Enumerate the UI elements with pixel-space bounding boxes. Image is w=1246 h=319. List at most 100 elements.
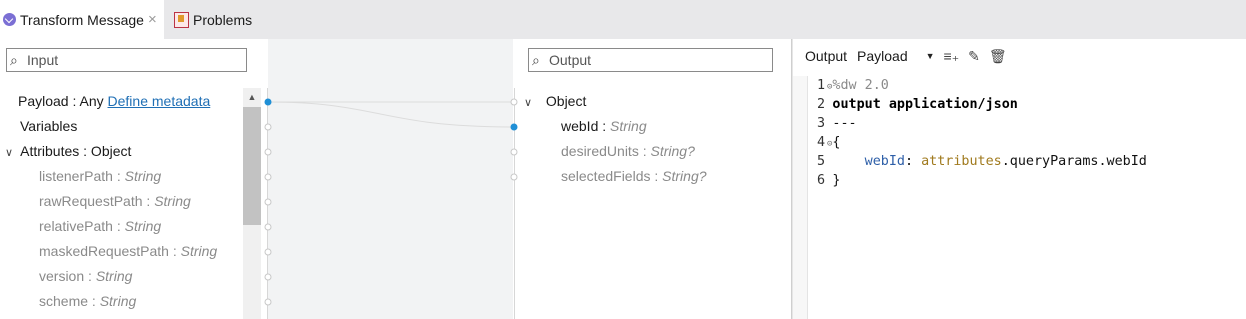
close-icon[interactable]: ×: [148, 11, 157, 28]
field-type: String: [99, 293, 137, 309]
output-target-select[interactable]: Payload: [857, 48, 908, 64]
field-separator: :: [650, 168, 663, 184]
mapping-lines: [264, 98, 518, 306]
field-name: version: [39, 268, 85, 284]
field-type: String?: [662, 168, 707, 184]
input-payload-row[interactable]: Payload : Any Define metadata: [18, 91, 210, 111]
object-label: Object: [545, 93, 587, 109]
code-line[interactable]: 6⊝}: [817, 171, 840, 190]
field-separator: :: [84, 268, 96, 284]
output-search-box[interactable]: ⌕: [528, 48, 773, 72]
dataweave-icon: [3, 13, 16, 26]
field-type: String: [124, 218, 162, 234]
variables-label: Variables: [20, 118, 78, 134]
output-field-row[interactable]: webId : String: [561, 116, 647, 136]
variables-connector-dot: [264, 123, 272, 131]
field-name: listenerPath: [39, 168, 113, 184]
code-text: %dw 2.0: [832, 78, 889, 93]
code-toolbar: Output Payload ▼ ≡₊ ✎ 🗑: [793, 39, 1246, 73]
input-field-row[interactable]: rawRequestPath : String: [39, 191, 191, 211]
attributes-label: Attributes : Object: [20, 143, 132, 159]
tab-problems[interactable]: Problems: [164, 0, 256, 39]
field-name: maskedRequestPath: [39, 243, 169, 259]
field-type: String: [180, 243, 218, 259]
scheme-connector-dot: [264, 298, 272, 306]
field-name: webId: [561, 118, 599, 134]
tab-transform-message-label: Transform Message: [20, 11, 144, 28]
editor-margin-border: [807, 76, 808, 319]
field-separator: :: [168, 243, 181, 259]
input-variables-row[interactable]: Variables: [20, 116, 77, 136]
search-icon: ⌕: [532, 52, 540, 68]
code-text: {: [832, 135, 841, 150]
code-text: }: [832, 173, 841, 188]
rawrequestpath-connector-dot: [264, 198, 272, 206]
input-field-row[interactable]: relativePath : String: [39, 216, 161, 236]
field-separator: :: [112, 218, 125, 234]
dropdown-caret-icon[interactable]: ▼: [926, 51, 935, 61]
key-separator: :: [904, 154, 922, 169]
field-name: desiredUnits: [561, 143, 639, 159]
problems-icon: [174, 11, 189, 28]
field-type: String: [95, 268, 133, 284]
field-separator: :: [112, 168, 125, 184]
attributes-connector-dot: [264, 148, 272, 156]
field-name: scheme: [39, 293, 89, 309]
line-number: 2: [817, 97, 826, 112]
input-search-field[interactable]: [27, 52, 227, 68]
chevron-down-icon[interactable]: ∨: [524, 93, 542, 113]
code-line[interactable]: 4 ⊝{: [817, 133, 840, 152]
payload-label: Payload : Any: [18, 93, 104, 109]
chevron-down-icon[interactable]: ∨: [5, 143, 17, 163]
code-line[interactable]: 3⊝---: [817, 114, 857, 133]
selector-path: .queryParams.webId: [1001, 154, 1147, 169]
line-number: 5: [817, 154, 826, 169]
add-row-icon[interactable]: ≡₊: [944, 48, 960, 65]
input-attributes-row[interactable]: ∨ Attributes : Object: [5, 141, 131, 161]
define-metadata-link[interactable]: Define metadata: [108, 93, 211, 109]
output-object-row[interactable]: ∨ Object: [524, 91, 586, 111]
input-field-row[interactable]: listenerPath : String: [39, 166, 161, 186]
trash-icon[interactable]: 🗑: [989, 48, 1007, 65]
webid-mapped-dot: [510, 123, 518, 131]
code-line[interactable]: 1 ⊝%dw 2.0: [817, 76, 889, 95]
output-field-row[interactable]: desiredUnits : String?: [561, 141, 695, 161]
listenerpath-connector-dot: [264, 173, 272, 181]
input-field-row[interactable]: maskedRequestPath : String: [39, 241, 217, 261]
output-field-row[interactable]: selectedFields : String?: [561, 166, 707, 186]
desiredunits-connector-dot: [510, 148, 518, 156]
field-type: String: [124, 168, 162, 184]
selectedfields-connector-dot: [510, 173, 518, 181]
line-number: 4: [817, 135, 826, 150]
input-mapped-dot: [264, 98, 272, 106]
output-label: Output: [805, 48, 848, 64]
line-number: 1: [817, 78, 826, 93]
code-line[interactable]: 2⊝output application/json: [817, 95, 1018, 114]
attributes-to-webid-line: [267, 101, 515, 128]
line-number: 3: [817, 116, 826, 131]
scroll-up-icon[interactable]: ▲: [243, 88, 261, 106]
tab-transform-message[interactable]: Transform Message ×: [0, 0, 164, 39]
editor-tab-bar: Transform Message × Problems: [0, 0, 1246, 39]
pencil-icon[interactable]: ✎: [968, 48, 980, 65]
input-field-row[interactable]: scheme : String: [39, 291, 136, 311]
input-scrollbar-thumb[interactable]: [243, 107, 261, 225]
field-type: String: [610, 118, 647, 134]
maskedrequestpath-connector-dot: [264, 248, 272, 256]
object-key: webId: [864, 154, 905, 169]
field-separator: :: [638, 143, 651, 159]
object-connector-dot: [510, 98, 518, 106]
field-type: String: [154, 193, 191, 209]
code-text: output application/json: [832, 97, 1018, 112]
output-search-field[interactable]: [549, 52, 749, 68]
relativepath-connector-dot: [264, 223, 272, 231]
search-icon: ⌕: [10, 52, 18, 68]
field-name: relativePath: [39, 218, 113, 234]
input-field-row[interactable]: version : String: [39, 266, 132, 286]
input-search-box[interactable]: ⌕: [6, 48, 247, 72]
code-line[interactable]: 5⊝ webId: attributes.queryParams.webId: [817, 152, 1147, 171]
field-separator: :: [142, 193, 155, 209]
line-number: 6: [817, 173, 826, 188]
code-text: ---: [832, 116, 857, 131]
attributes-reference: attributes: [921, 154, 1002, 169]
